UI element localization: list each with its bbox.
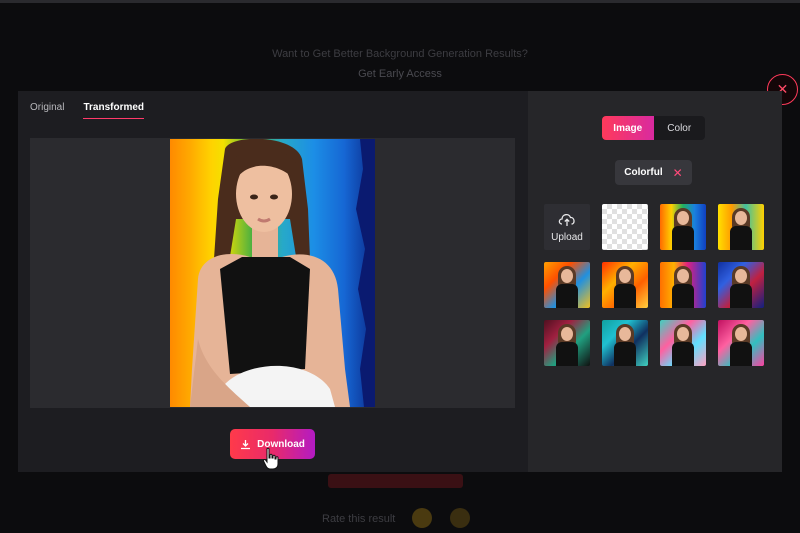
- view-tabs: Original Transformed: [30, 102, 145, 119]
- hand-pointer-icon: [262, 447, 279, 470]
- filter-chip: Colorful ✕: [615, 160, 692, 185]
- thumbnail-figure: [735, 269, 747, 283]
- portrait-illustration: [190, 139, 375, 407]
- thumbnail-figure: [561, 269, 573, 283]
- thumbnail-figure: [614, 284, 636, 308]
- background-tile[interactable]: [660, 204, 706, 250]
- thumbnail-figure: [677, 327, 689, 341]
- tab-original[interactable]: Original: [30, 102, 64, 119]
- thumbnail-figure: [730, 226, 752, 250]
- remove-filter-icon[interactable]: ✕: [673, 166, 683, 180]
- background-tile[interactable]: [544, 320, 590, 366]
- thumbnail-figure: [672, 342, 694, 366]
- thumbnail-figure: [672, 226, 694, 250]
- thumbnail-figure: [672, 284, 694, 308]
- download-icon: [241, 439, 251, 449]
- background-tile[interactable]: [718, 204, 764, 250]
- thumbnail-figure: [556, 284, 578, 308]
- thumbnail-figure: [614, 342, 636, 366]
- thumbnail-figure: [677, 211, 689, 225]
- background-feedback-text: Rate this result: [322, 513, 396, 525]
- thumbnail-figure: [735, 211, 747, 225]
- background-grid: Upload: [544, 204, 764, 366]
- upload-background-button[interactable]: Upload: [544, 204, 590, 250]
- background-early-access-link: Get Early Access: [358, 68, 442, 80]
- cloud-upload-icon: [558, 214, 575, 226]
- thumbnail-figure: [730, 342, 752, 366]
- background-options-panel: Image Color Colorful ✕ Upload: [528, 91, 782, 472]
- filter-chip-label: Colorful: [624, 167, 663, 178]
- background-tile-transparent[interactable]: [602, 204, 648, 250]
- mode-color-button[interactable]: Color: [654, 116, 706, 140]
- background-hint-text: Want to Get Better Background Generation…: [272, 48, 528, 60]
- transformed-photo: [170, 139, 375, 407]
- background-emoji-icon: [412, 508, 432, 528]
- background-tile[interactable]: [660, 262, 706, 308]
- thumbnail-figure: [735, 327, 747, 341]
- tab-transformed[interactable]: Transformed: [83, 102, 145, 119]
- thumbnail-figure: [730, 284, 752, 308]
- preview-canvas: [30, 138, 515, 408]
- thumbnail-figure: [561, 327, 573, 341]
- mode-switch: Image Color: [602, 116, 705, 140]
- thumbnail-figure: [619, 327, 631, 341]
- background-top-bar: [0, 0, 800, 3]
- mode-image-button[interactable]: Image: [602, 116, 654, 140]
- thumbnail-figure: [556, 342, 578, 366]
- preview-panel: Original Transformed Download: [18, 91, 528, 472]
- background-tile[interactable]: [602, 320, 648, 366]
- background-tile[interactable]: [660, 320, 706, 366]
- background-tile[interactable]: [718, 262, 764, 308]
- background-emoji-icon: [450, 508, 470, 528]
- background-editor-modal: Original Transformed Download Image Colo…: [18, 91, 782, 472]
- background-tile[interactable]: [544, 262, 590, 308]
- background-tile[interactable]: [602, 262, 648, 308]
- background-button-shadow: [328, 474, 463, 488]
- thumbnail-figure: [677, 269, 689, 283]
- upload-label: Upload: [551, 232, 583, 243]
- background-tile[interactable]: [718, 320, 764, 366]
- thumbnail-figure: [619, 269, 631, 283]
